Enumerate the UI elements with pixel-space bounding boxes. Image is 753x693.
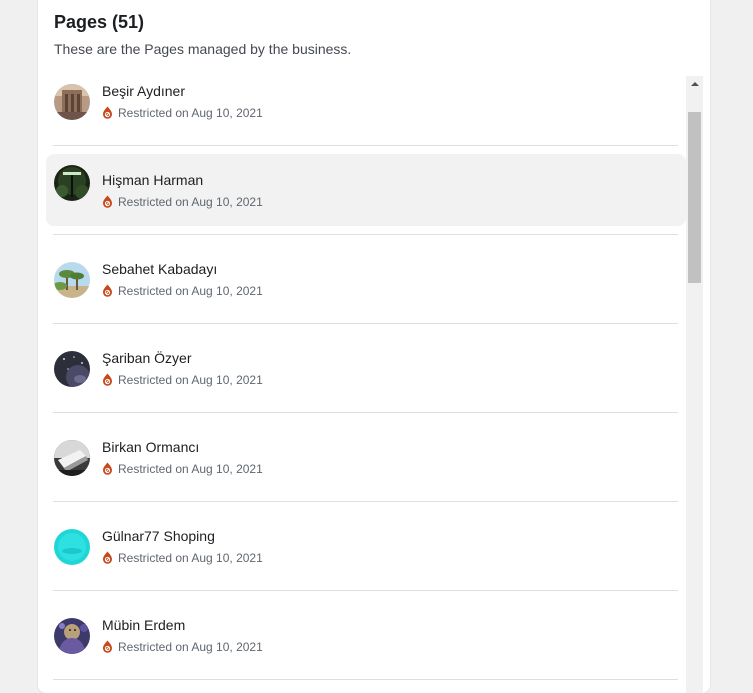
restricted-icon	[103, 106, 112, 119]
avatar	[54, 351, 90, 387]
restricted-icon	[103, 284, 112, 297]
status-text: Restricted on Aug 10, 2021	[102, 195, 263, 209]
status-text: Restricted on Aug 10, 2021	[102, 551, 263, 565]
divider	[53, 501, 678, 502]
status-text: Restricted on Aug 10, 2021	[102, 284, 263, 298]
avatar	[54, 529, 90, 565]
page-name[interactable]: Şariban Özyer	[102, 350, 191, 366]
page-name[interactable]: Beşir Aydıner	[102, 83, 185, 99]
divider	[53, 679, 678, 680]
restricted-icon	[103, 640, 112, 653]
status-text: Restricted on Aug 10, 2021	[102, 106, 263, 120]
divider	[53, 412, 678, 413]
pages-list: Beşir Aydıner Restricted on Aug 10, 2021…	[38, 76, 688, 693]
list-item[interactable]: Şariban Özyer Restricted on Aug 10, 2021	[46, 343, 686, 415]
avatar	[54, 84, 90, 120]
pages-panel: Pages (51) These are the Pages managed b…	[38, 0, 710, 693]
list-item[interactable]: Mübin Erdem Restricted on Aug 10, 2021	[46, 610, 686, 682]
page-title: Pages (51)	[54, 12, 145, 32]
restricted-icon	[103, 551, 112, 564]
scroll-thumb[interactable]	[688, 112, 701, 283]
status-text: Restricted on Aug 10, 2021	[102, 640, 263, 654]
avatar	[54, 165, 90, 201]
page-name[interactable]: Gülnar77 Shoping	[102, 528, 215, 544]
list-item[interactable]: Birkan Ormancı Restricted on Aug 10, 202…	[46, 432, 686, 504]
restricted-icon	[103, 195, 112, 208]
scroll-up-arrow-icon[interactable]	[686, 76, 703, 93]
list-item[interactable]: Hişman Harman Restricted on Aug 10, 2021	[46, 154, 686, 226]
list-scrollbar[interactable]	[686, 76, 703, 693]
avatar	[54, 262, 90, 298]
list-item[interactable]: Gülnar77 Shoping Restricted on Aug 10, 2…	[46, 521, 686, 593]
page-name[interactable]: Sebahet Kabadayı	[102, 261, 217, 277]
divider	[53, 590, 678, 591]
divider	[53, 234, 678, 235]
list-item[interactable]: Sebahet Kabadayı Restricted on Aug 10, 2…	[46, 254, 686, 326]
page-name[interactable]: Birkan Ormancı	[102, 439, 199, 455]
page-name[interactable]: Mübin Erdem	[102, 617, 185, 633]
restricted-icon	[103, 373, 112, 386]
status-text: Restricted on Aug 10, 2021	[102, 462, 263, 476]
list-item[interactable]: Beşir Aydıner Restricted on Aug 10, 2021	[46, 76, 686, 148]
avatar	[54, 440, 90, 476]
page-subtitle: These are the Pages managed by the busin…	[54, 41, 352, 57]
status-text: Restricted on Aug 10, 2021	[102, 373, 263, 387]
divider	[53, 323, 678, 324]
divider	[53, 145, 678, 146]
avatar	[54, 618, 90, 654]
page-name[interactable]: Hişman Harman	[102, 172, 203, 188]
restricted-icon	[103, 462, 112, 475]
